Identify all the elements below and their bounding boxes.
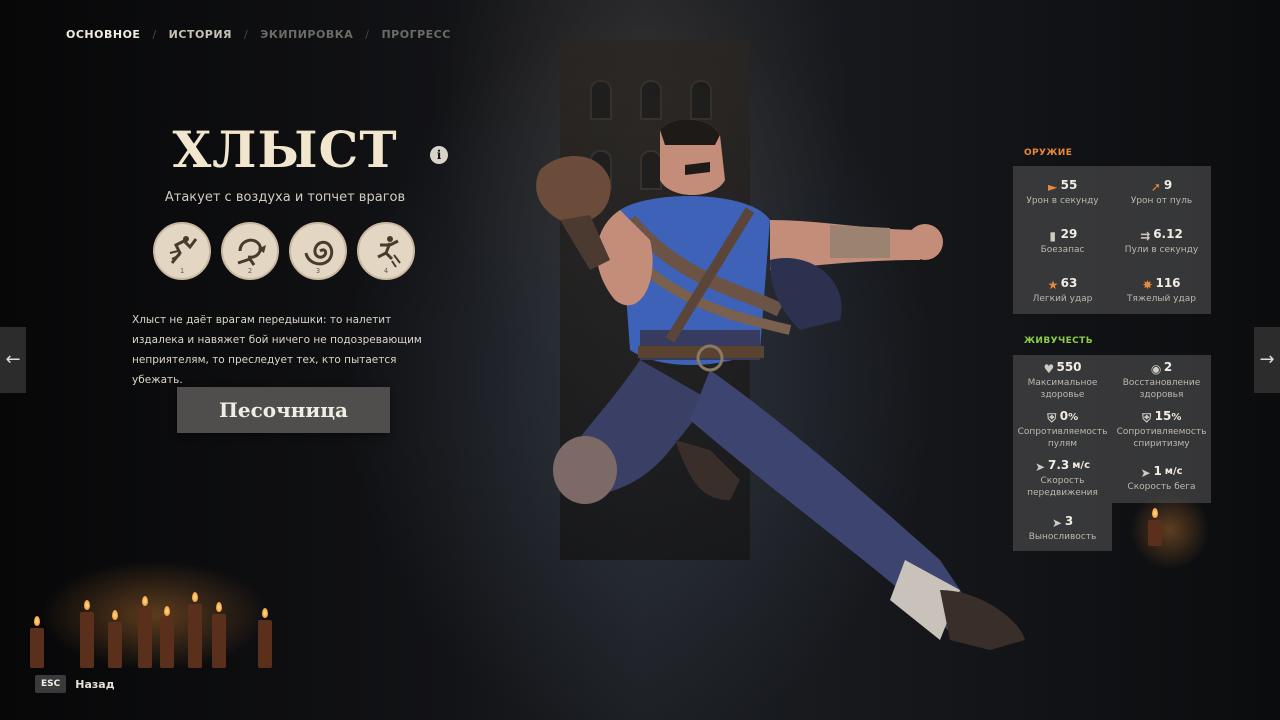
ability-whip-icon (304, 240, 334, 266)
stat-stamina: ➤ 3 Выносливость (1013, 514, 1112, 543)
stat-sprint-speed: ➤ 1 м/с Скорость бега (1112, 464, 1211, 493)
ability-1-button[interactable]: 1 (153, 222, 211, 280)
vitality-stats-panel-extra: ➤ 3 Выносливость (1013, 503, 1112, 551)
tab-progress[interactable]: ПРОГРЕСС (381, 28, 450, 41)
next-hero-arrow-icon[interactable]: → (1254, 327, 1280, 393)
sandbox-button[interactable]: Песочница (177, 387, 390, 433)
stat-bullet-damage: ➚ 9 Урон от пуль (1112, 178, 1211, 207)
stat-label: Восстановление здоровья (1122, 378, 1201, 400)
tab-equipment[interactable]: ЭКИПИРОВКА (260, 28, 353, 41)
weapon-section-label: ОРУЖИЕ (1024, 148, 1073, 158)
nav-separator: / (244, 28, 249, 41)
hero-name: ХЛЫСТ (172, 120, 398, 179)
stat-value: 550 (1056, 360, 1082, 374)
stat-value: 1 (1153, 464, 1162, 478)
hero-subtitle: Атакует с воздуха и топчет врагов (164, 190, 406, 205)
stat-label: Максимальное здоровье (1027, 378, 1098, 400)
weapon-stats-panel: ► 55 Урон в секунду ➚ 9 Урон от пуль ▮ 29 Б… (1013, 166, 1211, 314)
vitality-section-label: ЖИВУЧЕСТЬ (1024, 336, 1093, 346)
stat-move-speed: ➤ 7.3 м/с Скорость передвижения (1013, 458, 1112, 499)
hero-description: Хлыст не даёт врагам передышки: то налет… (132, 314, 422, 386)
heavy-melee-icon: ✸ (1142, 278, 1153, 292)
tab-history[interactable]: ИСТОРИЯ (169, 28, 232, 41)
stat-value: 7.3 (1047, 458, 1070, 472)
ability-number: 4 (383, 267, 389, 275)
stat-value: 116 (1155, 276, 1181, 290)
ability-3-button[interactable]: 3 (289, 222, 347, 280)
dps-icon: ► (1048, 180, 1058, 194)
fire-rate-icon: ⇉ (1140, 229, 1151, 243)
ability-number: 2 (247, 267, 253, 275)
stat-health-regen: ◉ 2 Восстановление здоровья (1112, 360, 1211, 401)
ability-number: 1 (179, 267, 185, 275)
heart-icon: ♥ (1043, 362, 1055, 376)
bullet-damage-icon: ➚ (1150, 180, 1161, 194)
stat-ammo: ▮ 29 Боезапас (1013, 227, 1112, 256)
stat-unit: м/с (1072, 459, 1091, 471)
stat-bullet-resist: ⛨ 0% Сопротивляемость пулям (1013, 409, 1112, 450)
stat-value: 6.12 (1153, 227, 1183, 241)
stat-value: 15 (1154, 409, 1172, 423)
ability-4-button[interactable]: 4 (357, 222, 415, 280)
stat-spirit-resist: ⛨ 15% Сопротивляемость спиритизму (1112, 409, 1211, 450)
top-navigation: ОСНОВНОЕ / ИСТОРИЯ / ЭКИПИРОВКА / ПРОГРЕ… (66, 28, 451, 41)
stat-label: Тяжелый удар (1127, 294, 1196, 304)
vitality-stats-panel: ♥ 550 Максимальное здоровье ◉ 2 Восстановл… (1013, 355, 1211, 503)
stat-unit: м/с (1164, 465, 1183, 477)
stat-unit: % (1068, 412, 1079, 423)
esc-key[interactable]: ESC (35, 675, 67, 693)
stat-label: Сопротивляемость пулям (1017, 427, 1108, 449)
stat-value: 55 (1060, 178, 1078, 192)
ability-number: 3 (315, 267, 321, 275)
health-regen-icon: ◉ (1150, 362, 1162, 376)
stat-label: Сопротивляемость спиритизму (1116, 427, 1207, 449)
ability-2-button[interactable]: 2 (221, 222, 279, 280)
stat-label: Скорость бега (1127, 482, 1196, 492)
ability-grapple-icon (237, 238, 266, 266)
stat-label: Скорость передвижения (1027, 476, 1098, 498)
stat-value: 3 (1064, 514, 1074, 528)
abilities-row: 1 2 3 4 (153, 222, 415, 280)
stat-label: Выносливость (1028, 532, 1097, 542)
spirit-resist-icon: ⛨ (1142, 411, 1152, 425)
stat-label: Урон в секунду (1026, 196, 1099, 206)
stat-label: Боезапас (1040, 245, 1085, 255)
stat-dps: ► 55 Урон в секунду (1013, 178, 1112, 207)
move-speed-icon: ➤ (1034, 460, 1046, 474)
back-hint[interactable]: ESC Назад (35, 675, 115, 693)
stat-value: 29 (1060, 227, 1078, 241)
back-label[interactable]: Назад (75, 678, 114, 691)
stat-label: Легкий удар (1032, 294, 1093, 304)
ammo-icon: ▮ (1049, 229, 1056, 243)
stat-label: Пули в секунду (1124, 245, 1199, 255)
stat-label: Урон от пуль (1130, 196, 1193, 206)
stat-value: 9 (1163, 178, 1173, 192)
stat-fire-rate: ⇉ 6.12 Пули в секунду (1112, 227, 1211, 256)
sprint-speed-icon: ➤ (1140, 466, 1151, 480)
tab-overview[interactable]: ОСНОВНОЕ (66, 28, 140, 41)
stat-max-health: ♥ 550 Максимальное здоровье (1013, 360, 1112, 401)
nav-separator: / (152, 28, 157, 41)
previous-hero-arrow-icon[interactable]: ← (0, 327, 26, 393)
info-icon[interactable]: i (430, 146, 448, 164)
hero-character-illustration (536, 120, 1025, 650)
ability-slam-icon (377, 236, 401, 268)
stat-value: 0 (1059, 409, 1069, 423)
stat-light-melee: ★ 63 Легкий удар (1013, 276, 1112, 305)
stamina-icon: ➤ (1051, 516, 1062, 530)
light-melee-icon: ★ (1047, 278, 1059, 292)
stat-value: 63 (1060, 276, 1078, 290)
nav-separator: / (365, 28, 370, 41)
stat-heavy-melee: ✸ 116 Тяжелый удар (1112, 276, 1211, 305)
stat-unit: % (1171, 412, 1182, 423)
bullet-resist-icon: ⛨ (1047, 411, 1057, 425)
ability-lash-icon (169, 236, 198, 264)
stat-value: 2 (1163, 360, 1173, 374)
